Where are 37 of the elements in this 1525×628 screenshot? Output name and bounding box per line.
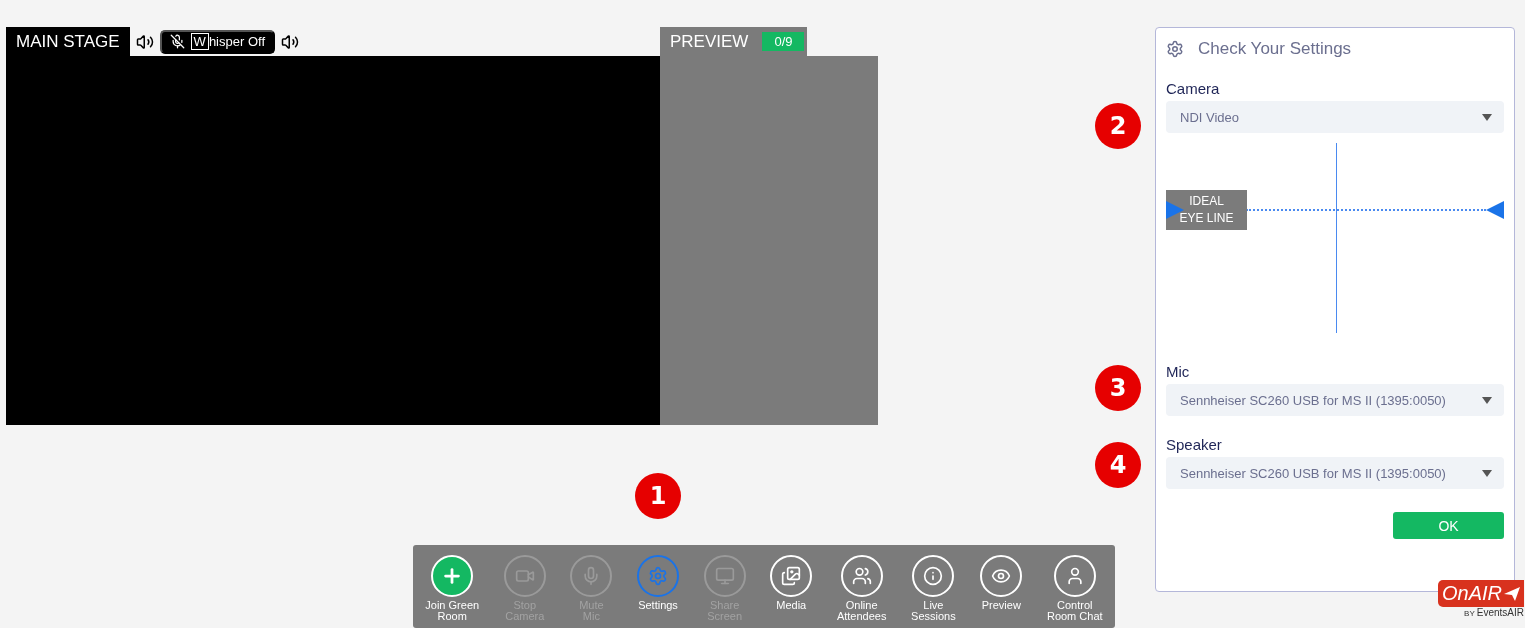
whisper-toggle[interactable]: W hisper Off [159, 29, 275, 54]
field-label: Speaker [1166, 436, 1223, 453]
device-select[interactable]: Sennheiser SC260 USB for MS II (1395:0050) [1166, 384, 1504, 416]
settings-title: Check Your Settings [1198, 39, 1352, 59]
preview-title: PREVIEW [670, 31, 749, 52]
device-select[interactable]: NDI Video [1166, 101, 1504, 133]
speaker-icon[interactable] [281, 32, 299, 51]
step-marker: 2 [1095, 103, 1141, 149]
logo: OnAIR [1438, 580, 1525, 607]
step-marker: 4 [1095, 442, 1141, 488]
paper-plane-icon [1504, 585, 1521, 602]
caret-icon [1482, 396, 1492, 404]
caret-icon [1482, 113, 1492, 121]
toolbar-button[interactable]: Join Green Room [425, 555, 480, 628]
brand-text: BY EventsAIR [1464, 607, 1525, 618]
main-stage-title: MAIN STAGE [6, 27, 130, 56]
device-select[interactable]: Sennheiser SC260 USB for MS II (1395:0050) [1166, 457, 1504, 489]
caret-icon [1482, 469, 1492, 477]
settings-icon [648, 566, 668, 586]
monitor-icon [714, 566, 735, 586]
settings-icon [1166, 40, 1184, 58]
field-label: Mic [1166, 363, 1191, 380]
preview-count: 0/9 [762, 32, 805, 51]
info-icon [923, 566, 944, 586]
people-icon [851, 566, 872, 586]
speaker-icon[interactable] [135, 32, 154, 51]
step-marker: 3 [1095, 365, 1141, 411]
images-icon [781, 566, 802, 586]
field-label: Camera [1166, 80, 1221, 97]
toolbar-button[interactable]: Control Room Chat [1046, 555, 1103, 628]
toolbar-button[interactable]: Online Attendees [836, 555, 887, 628]
eye-icon [991, 566, 1012, 586]
step-marker: 1 [635, 473, 681, 519]
triangle-icon [1486, 201, 1504, 219]
eye-line-label: IDEAL EYE LINE [1166, 190, 1247, 230]
mic-off-icon [169, 34, 185, 49]
ok-button[interactable]: OK [1393, 512, 1504, 539]
